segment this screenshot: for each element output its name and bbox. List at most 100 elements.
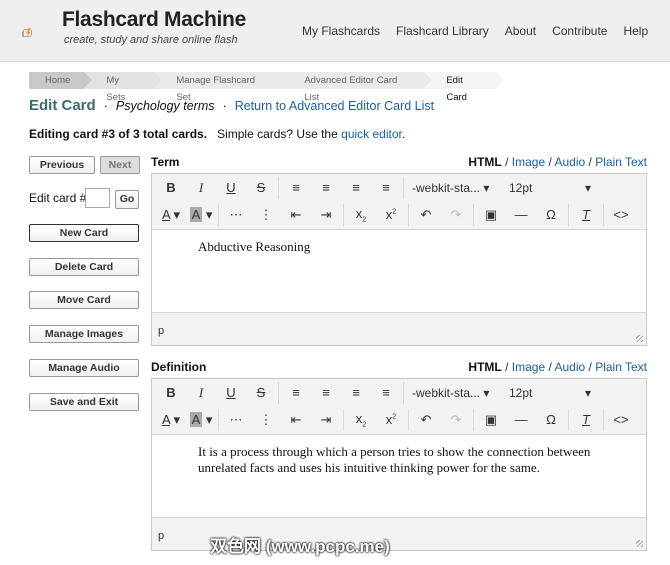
edit-card-label: Edit card # (29, 191, 87, 205)
page-title: Edit Card (29, 97, 96, 114)
italic-icon[interactable]: I (186, 385, 216, 401)
source-code-icon[interactable]: <> (606, 412, 636, 427)
horizontal-rule-icon[interactable]: — (506, 207, 536, 222)
mode-html[interactable]: HTML (468, 360, 501, 374)
new-card-button[interactable]: New Card (29, 224, 139, 242)
toolbar-row: B I U S ≡ ≡ ≡ ≡ -webkit-sta... ▾ 12pt ▾ (152, 174, 646, 201)
strikethrough-icon[interactable]: S (246, 180, 276, 195)
return-link[interactable]: Return to Advanced Editor Card List (235, 99, 434, 113)
card-number-input[interactable] (85, 188, 110, 208)
font-family-value: -webkit-sta... (412, 385, 481, 400)
toolbar-row: A ▾ A ▾ ⋯ ⋮ ⇤ ⇥ x2 x2 ↶ ↷ ▣ — Ω T <> (152, 406, 646, 433)
toolbar-separator (278, 381, 279, 404)
nav-flashcard-library[interactable]: Flashcard Library (396, 24, 489, 38)
outdent-icon[interactable]: ⇤ (281, 412, 311, 428)
undo-icon[interactable]: ↶ (411, 412, 441, 428)
undo-icon[interactable]: ↶ (411, 207, 441, 223)
term-editor: B I U S ≡ ≡ ≡ ≡ -webkit-sta... ▾ 12pt ▾ A ▾ A ▾ ⋯ ⋮ ⇤ ⇥ x… (151, 173, 647, 346)
breadcrumb-edit-card: Edit Card (424, 72, 505, 103)
breadcrumb-manage-set[interactable]: Manage Flashcard Set (154, 72, 291, 103)
source-code-icon[interactable]: <> (606, 207, 636, 222)
resize-handle[interactable] (636, 540, 643, 547)
manage-audio-button[interactable]: Manage Audio (29, 359, 139, 377)
font-size-select[interactable]: 12pt ▾ (501, 386, 591, 400)
text-color-icon[interactable]: A ▾ (156, 207, 186, 223)
redo-icon[interactable]: ↷ (441, 207, 471, 223)
separator: · (222, 99, 227, 113)
toolbar-row: A ▾ A ▾ ⋯ ⋮ ⇤ ⇥ x2 x2 ↶ ↷ ▣ — Ω T <> (152, 201, 646, 228)
term-content[interactable]: Abductive Reasoning (152, 229, 646, 313)
breadcrumb-card-list[interactable]: Advanced Editor Card List (282, 72, 433, 103)
superscript-icon[interactable]: x2 (376, 412, 406, 427)
special-char-icon[interactable]: Ω (536, 207, 566, 222)
redo-icon[interactable]: ↷ (441, 412, 471, 428)
slash: / (501, 360, 512, 374)
clear-format-icon[interactable]: T (571, 412, 601, 427)
mode-audio[interactable]: Audio (554, 360, 585, 374)
mode-image[interactable]: Image (512, 360, 545, 374)
indent-icon[interactable]: ⇥ (311, 207, 341, 223)
move-card-button[interactable]: Move Card (29, 291, 139, 309)
justify-icon[interactable]: ≡ (371, 180, 401, 195)
align-left-icon[interactable]: ≡ (281, 385, 311, 400)
manage-images-button[interactable]: Manage Images (29, 325, 139, 343)
bold-icon[interactable]: B (156, 180, 186, 195)
simple-cards-text: Simple cards? Use the (217, 127, 338, 141)
bold-icon[interactable]: B (156, 385, 186, 400)
nav-contribute[interactable]: Contribute (552, 24, 607, 38)
mode-html[interactable]: HTML (468, 155, 501, 169)
clear-format-icon[interactable]: T (571, 207, 601, 222)
delete-card-button[interactable]: Delete Card (29, 258, 139, 276)
align-center-icon[interactable]: ≡ (311, 385, 341, 400)
font-family-select[interactable]: -webkit-sta... ▾ (406, 181, 501, 195)
italic-icon[interactable]: I (186, 180, 216, 196)
nav-help[interactable]: Help (623, 24, 648, 38)
bullet-list-icon[interactable]: ⋯ (221, 207, 251, 223)
numbered-list-icon[interactable]: ⋮ (251, 412, 281, 428)
horizontal-rule-icon[interactable]: — (506, 412, 536, 427)
definition-content[interactable]: It is a process through which a person t… (152, 434, 646, 518)
indent-icon[interactable]: ⇥ (311, 412, 341, 428)
toolbar-separator (408, 203, 409, 226)
resize-handle[interactable] (636, 335, 643, 342)
toolbar-separator (603, 203, 604, 226)
mode-plain-text[interactable]: Plain Text (595, 155, 647, 169)
mode-audio[interactable]: Audio (554, 155, 585, 169)
save-and-exit-button[interactable]: Save and Exit (29, 393, 139, 411)
superscript-icon[interactable]: x2 (376, 207, 406, 222)
align-left-icon[interactable]: ≡ (281, 180, 311, 195)
highlight-color-icon[interactable]: A ▾ (186, 411, 216, 428)
breadcrumb-my-sets[interactable]: My Sets (84, 72, 163, 103)
font-family-select[interactable]: -webkit-sta... ▾ (406, 386, 501, 400)
breadcrumb-home[interactable]: Home (29, 72, 93, 89)
nav-my-flashcards[interactable]: My Flashcards (302, 24, 380, 38)
numbered-list-icon[interactable]: ⋮ (251, 207, 281, 223)
insert-image-icon[interactable]: ▣ (476, 412, 506, 428)
bullet-list-icon[interactable]: ⋯ (221, 412, 251, 428)
toolbar-separator (218, 203, 219, 226)
align-center-icon[interactable]: ≡ (311, 180, 341, 195)
editing-status: Editing card #3 of 3 total cards. (29, 127, 208, 141)
justify-icon[interactable]: ≡ (371, 385, 401, 400)
highlight-color-icon[interactable]: A ▾ (186, 206, 216, 223)
special-char-icon[interactable]: Ω (536, 412, 566, 427)
strikethrough-icon[interactable]: S (246, 385, 276, 400)
previous-button[interactable]: Previous (29, 156, 95, 174)
underline-icon[interactable]: U (216, 385, 246, 400)
font-size-select[interactable]: 12pt ▾ (501, 181, 591, 195)
text-color-icon[interactable]: A ▾ (156, 412, 186, 428)
align-right-icon[interactable]: ≡ (341, 180, 371, 195)
nav-about[interactable]: About (505, 24, 536, 38)
subscript-icon[interactable]: x2 (346, 411, 376, 429)
subscript-icon[interactable]: x2 (346, 206, 376, 224)
align-right-icon[interactable]: ≡ (341, 385, 371, 400)
underline-icon[interactable]: U (216, 180, 246, 195)
mode-plain-text[interactable]: Plain Text (595, 360, 647, 374)
next-button[interactable]: Next (100, 156, 140, 174)
quick-editor-link[interactable]: quick editor (341, 127, 402, 141)
insert-image-icon[interactable]: ▣ (476, 207, 506, 223)
logo-title[interactable]: Flashcard Machine (62, 8, 246, 32)
outdent-icon[interactable]: ⇤ (281, 207, 311, 223)
go-button[interactable]: Go (115, 190, 139, 209)
mode-image[interactable]: Image (512, 155, 545, 169)
